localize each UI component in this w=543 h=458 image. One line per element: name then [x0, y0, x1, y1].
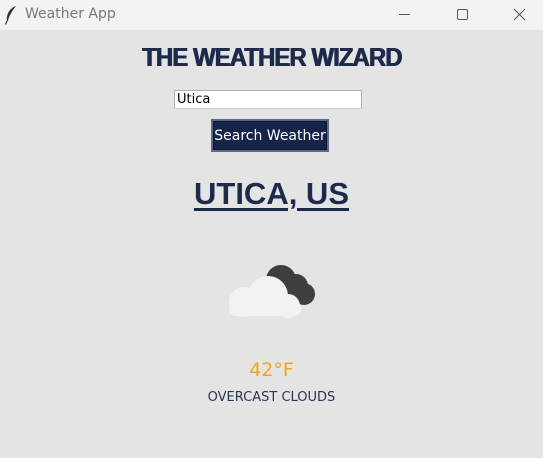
- search-weather-button[interactable]: Search Weather: [211, 119, 329, 152]
- location-label: UTICA, US: [194, 176, 349, 211]
- close-icon: [513, 8, 526, 21]
- city-search-input[interactable]: [174, 90, 362, 109]
- temperature-value: 42°F: [249, 359, 294, 381]
- maximize-button[interactable]: [440, 0, 486, 30]
- location-title: UTICA, US: [0, 176, 543, 212]
- feather-icon: [4, 6, 16, 25]
- window-title: Weather App: [25, 6, 116, 22]
- maximize-icon: [457, 9, 468, 20]
- title-bar[interactable]: Weather App: [0, 0, 543, 30]
- weather-description: OVERCAST CLOUDS: [207, 390, 336, 405]
- close-button[interactable]: [497, 0, 543, 30]
- app-heading: THE WEATHER WIZARD: [141, 42, 402, 72]
- minimize-button[interactable]: [382, 0, 428, 30]
- minimize-icon: [399, 14, 410, 15]
- overcast-clouds-icon: [229, 265, 315, 318]
